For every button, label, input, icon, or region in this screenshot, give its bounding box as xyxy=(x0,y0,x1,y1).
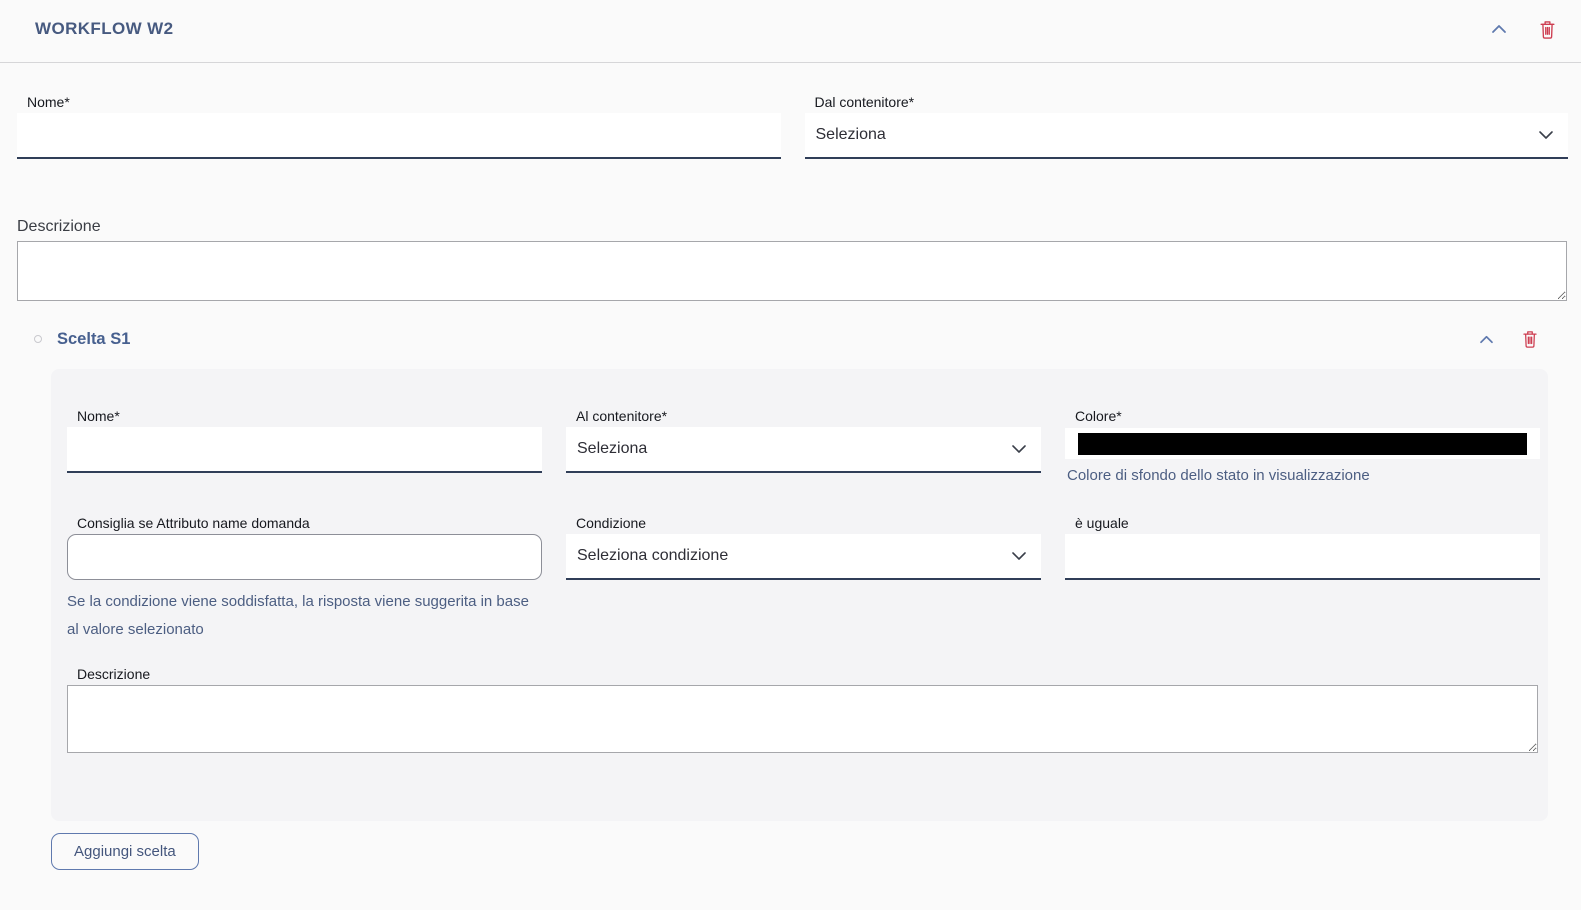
choice-equals-label: è uguale xyxy=(1075,515,1129,531)
choice-panel: Nome* Al contenitore* Seleziona Colore* … xyxy=(51,369,1548,821)
workflow-title: WORKFLOW W2 xyxy=(35,19,174,38)
trash-icon xyxy=(1521,329,1539,349)
choice-name-field: Nome* xyxy=(67,408,542,473)
choice-collapse-button[interactable] xyxy=(1476,332,1497,347)
chevron-down-icon xyxy=(1011,444,1027,454)
choice-delete-button[interactable] xyxy=(1519,327,1541,351)
add-choice-button[interactable]: Aggiungi scelta xyxy=(51,833,199,870)
workflow-name-input[interactable] xyxy=(17,113,781,159)
chevron-down-icon xyxy=(1538,130,1554,140)
workflow-container-value: Seleziona xyxy=(815,126,886,143)
workflow-description-field: Descrizione xyxy=(0,217,1581,301)
workflow-name-label: Nome* xyxy=(27,94,70,110)
choice-container-label: Al contenitore* xyxy=(576,408,668,424)
workflow-container-field: Dal contenitore* Seleziona xyxy=(804,94,1568,159)
choice-container-field: Al contenitore* Seleziona xyxy=(566,408,1041,473)
choice-equals-input[interactable] xyxy=(1065,534,1540,580)
choice-suggest-label: Consiglia se Attributo name domanda xyxy=(77,515,310,531)
choice-suggest-input[interactable] xyxy=(67,534,542,580)
workflow-fields-row: Nome* Dal contenitore* Seleziona xyxy=(0,94,1581,159)
workflow-description-label: Descrizione xyxy=(17,218,101,235)
workflow-collapse-button[interactable] xyxy=(1488,21,1510,37)
choice-section-header: Scelta S1 xyxy=(0,326,1581,352)
choice-row-2: Consiglia se Attributo name domanda Se l… xyxy=(67,515,1540,644)
choice-suggest-field: Consiglia se Attributo name domanda Se l… xyxy=(67,515,542,644)
choice-condition-select[interactable]: Seleziona condizione xyxy=(566,534,1041,580)
choice-name-input[interactable] xyxy=(67,427,542,473)
choice-bullet-icon xyxy=(34,335,42,343)
choice-color-helper: Colore di sfondo dello stato in visualiz… xyxy=(1067,467,1370,484)
choice-header-actions xyxy=(1476,327,1541,351)
trash-icon xyxy=(1538,19,1557,40)
chevron-down-icon xyxy=(1011,551,1027,561)
choice-name-label: Nome* xyxy=(77,408,120,424)
choice-color-input[interactable] xyxy=(1065,428,1540,459)
workflow-delete-button[interactable] xyxy=(1536,17,1559,42)
choice-color-label: Colore* xyxy=(1075,408,1122,424)
choice-row-1: Nome* Al contenitore* Seleziona Colore* … xyxy=(67,408,1540,486)
choice-row-3: Descrizione xyxy=(67,666,1540,753)
choice-container-select[interactable]: Seleziona xyxy=(566,427,1041,473)
choice-condition-value: Seleziona condizione xyxy=(577,547,729,564)
chevron-up-icon xyxy=(1490,23,1508,35)
choice-title: Scelta S1 xyxy=(57,329,131,348)
choice-description-label: Descrizione xyxy=(77,666,151,682)
workflow-description-textarea[interactable] xyxy=(17,241,1567,301)
choice-description-textarea[interactable] xyxy=(67,685,1538,753)
choice-condition-field: Condizione Seleziona condizione xyxy=(566,515,1041,580)
choice-condition-label: Condizione xyxy=(576,515,647,531)
workflow-container-select[interactable]: Seleziona xyxy=(804,113,1568,159)
chevron-up-icon xyxy=(1478,334,1495,345)
workflow-header-actions xyxy=(1488,17,1559,42)
workflow-name-field: Nome* xyxy=(17,94,781,159)
choice-suggest-helper: Se la condizione viene soddisfatta, la r… xyxy=(67,593,529,638)
color-swatch xyxy=(1078,432,1527,455)
workflow-container-label: Dal contenitore* xyxy=(814,94,915,110)
choice-equals-field: è uguale xyxy=(1065,515,1540,580)
workflow-section-header: WORKFLOW W2 xyxy=(0,0,1581,63)
choice-color-field: Colore* Colore di sfondo dello stato in … xyxy=(1065,408,1540,486)
choice-container-value: Seleziona xyxy=(577,440,648,457)
